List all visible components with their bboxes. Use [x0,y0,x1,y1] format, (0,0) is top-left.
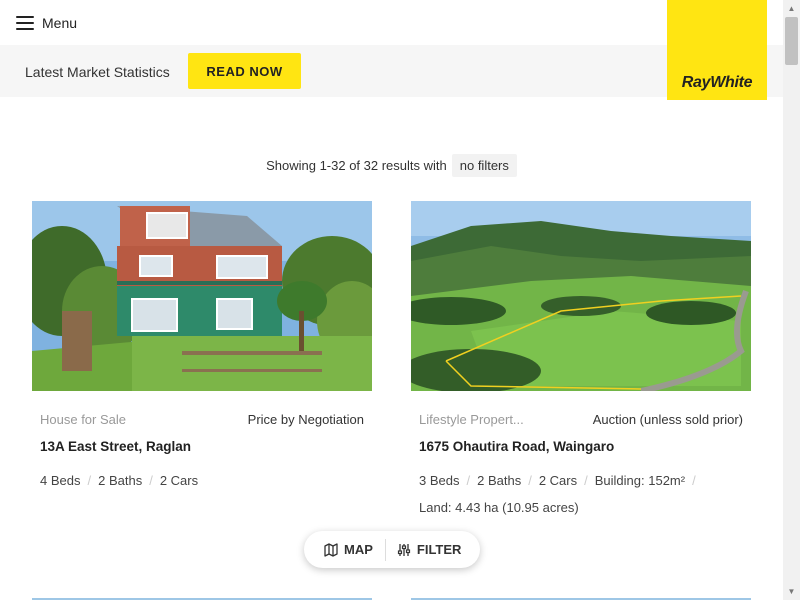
feature-separator: / [528,473,532,488]
baths-count: 2 Baths [98,473,143,488]
listing-details: House for Sale Price by Negotiation 13A … [32,412,372,494]
results-summary: Showing 1-32 of 32 results with no filte… [0,153,783,177]
feature-separator: / [149,473,153,488]
property-type: Lifestyle Propert... [419,412,524,427]
scroll-down-arrow-icon[interactable]: ▼ [783,583,800,600]
listing-address[interactable]: 13A East Street, Raglan [40,439,364,454]
read-now-button[interactable]: READ NOW [188,53,301,89]
beds-count: 3 Beds [419,473,460,488]
menu-label: Menu [42,15,78,31]
market-stats-text: Latest Market Statistics [25,64,170,80]
listing-details: Lifestyle Propert... Auction (unless sol… [411,412,751,521]
scroll-thumb[interactable] [785,17,798,65]
cars-count: 2 Cars [538,473,578,488]
top-header: Menu [0,0,783,45]
land-size: Land: 4.43 ha (10.95 acres) [419,500,579,515]
listing-photo[interactable] [411,201,751,391]
hamburger-icon [16,16,34,30]
building-size: Building: 152m² [594,473,686,488]
feature-separator: / [466,473,471,488]
baths-count: 2 Baths [477,473,522,488]
listing-address[interactable]: 1675 Ohautira Road, Waingaro [419,439,743,454]
market-stats-bar: Latest Market Statistics [0,45,783,97]
listing-price: Price by Negotiation [247,412,364,427]
feature-separator: / [584,473,588,488]
map-button[interactable]: MAP [304,531,385,568]
sliders-icon [397,543,410,556]
map-filter-bar: MAP FILTER [304,531,480,568]
filter-button[interactable]: FILTER [386,531,462,568]
property-type: House for Sale [40,412,126,427]
scroll-up-arrow-icon[interactable]: ▲ [783,0,800,17]
listing-price: Auction (unless sold prior) [592,412,743,427]
logo-text: RayWhite [681,74,753,91]
map-icon [324,542,338,557]
listing-card[interactable]: Lifestyle Propert... Auction (unless sol… [411,201,751,521]
ray-white-logo[interactable]: RayWhite [667,0,767,100]
map-button-label: MAP [344,542,373,557]
listing-features: 4 Beds / 2 Baths / 2 Cars [40,467,364,494]
filter-chip[interactable]: no filters [451,153,517,177]
filter-button-label: FILTER [416,542,462,557]
results-count-text: Showing 1-32 of 32 results with [266,157,447,173]
listing-photo[interactable] [32,201,372,391]
menu-button[interactable]: Menu [16,12,77,34]
listing-card[interactable]: House for Sale Price by Negotiation 13A … [32,201,372,494]
feature-separator: / [692,473,696,488]
beds-count: 4 Beds [40,473,81,488]
cars-count: 2 Cars [159,473,199,488]
feature-separator: / [87,473,92,488]
listing-features: 3 Beds / 2 Baths / 2 Cars / Building: 152m² / La… [419,467,743,521]
page-scrollbar[interactable]: ▲ ▼ [783,0,800,600]
